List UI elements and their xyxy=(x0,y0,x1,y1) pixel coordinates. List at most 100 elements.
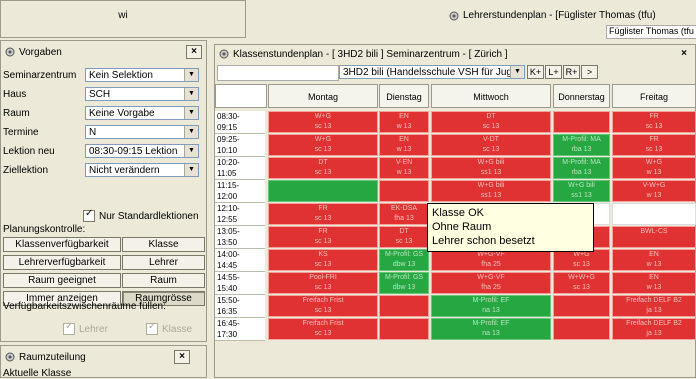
field-select[interactable]: N ▼ xyxy=(85,125,199,139)
planung-toggle-button[interactable]: Raum xyxy=(122,273,205,288)
time-slot: 13:05- 13:50 xyxy=(215,226,265,249)
lesson-cell[interactable]: FR sc 13 xyxy=(268,203,378,225)
lesson-cell[interactable]: M-Profil: EF na 13 xyxy=(431,318,551,340)
lesson-cell[interactable]: M-Profil: EF na 13 xyxy=(431,295,551,317)
lesson-cell[interactable]: W+G bili ss1 13 xyxy=(553,180,610,202)
lesson-cell[interactable]: W+W+G sc 13 xyxy=(553,272,610,294)
planung-button[interactable]: Lehrerverfügbarkeit xyxy=(3,255,121,270)
lesson-cell[interactable] xyxy=(553,295,610,317)
top-left-value: wi xyxy=(118,10,128,21)
lesson-cell[interactable]: Freifach DELF B2 ja 13 xyxy=(612,295,696,317)
close-icon[interactable]: × xyxy=(677,48,691,60)
chevron-down-icon: ▼ xyxy=(184,107,198,119)
nav-button[interactable]: > xyxy=(581,65,598,79)
lesson-cell[interactable]: EN w 13 xyxy=(612,249,696,271)
lesson-cell[interactable]: W+G-VFfha 25 xyxy=(431,272,551,294)
time-slot: 08:30- 09:15 xyxy=(215,111,265,134)
planung-button[interactable]: Klassenverfügbarkeit xyxy=(3,237,121,252)
vorgaben-titlebar[interactable]: Vorgaben × xyxy=(1,44,206,60)
lesson-cell[interactable]: EK-DSA fha 13 xyxy=(379,203,429,225)
day-header: Dienstag xyxy=(379,84,429,108)
nav-button[interactable]: R+ xyxy=(563,65,580,79)
vorgaben-field-row: Termine N ▼ xyxy=(1,124,199,140)
lesson-cell[interactable]: W+G sc 13 xyxy=(268,111,378,133)
lesson-cell[interactable]: W+G sc 13 xyxy=(268,134,378,156)
close-icon[interactable]: × xyxy=(186,45,202,59)
planung-button[interactable]: Raum geeignet xyxy=(3,273,121,288)
lesson-cell[interactable] xyxy=(553,111,610,133)
verfuegbarkeit-label: Verfügbarkeitszwischenräume füllen: xyxy=(3,301,166,312)
lesson-cell[interactable] xyxy=(612,203,696,225)
lesson-cell[interactable]: W+G w 13 xyxy=(612,157,696,179)
lehrer-window: Lehrerstundenplan - [Füglister Thomas (t… xyxy=(443,8,696,39)
lesson-cell[interactable]: EN w 13 xyxy=(379,134,429,156)
lesson-cell[interactable]: EN w 13 xyxy=(612,272,696,294)
lesson-cell[interactable]: M-Profil: GS dbw 13 xyxy=(379,272,429,294)
raumzuteilung-titlebar[interactable]: Raumzuteilung × xyxy=(1,349,206,365)
chevron-down-icon: ▼ xyxy=(184,88,198,100)
raumzuteilung-panel: Raumzuteilung × Aktuelle Klasse xyxy=(0,345,207,379)
lesson-cell[interactable]: BWL-CS xyxy=(612,226,696,248)
planung-toggle-button[interactable]: Lehrer xyxy=(122,255,205,270)
lesson-cell[interactable]: DT sc 13 xyxy=(431,111,551,133)
klasse-select[interactable]: 3HD2 bili (Handelsschule VSH für Jug ▼ xyxy=(339,65,525,79)
lesson-cell[interactable]: V-W+G w 13 xyxy=(612,180,696,202)
vorgaben-field-row: Seminarzentrum Kein Selektion ▼ xyxy=(1,67,199,83)
chevron-down-icon: ▼ xyxy=(184,164,198,176)
lesson-cell[interactable]: Freifach Frist sc 13 xyxy=(268,318,378,340)
gear-icon xyxy=(5,352,15,362)
field-select[interactable]: Kein Selektion ▼ xyxy=(85,68,199,82)
planung-toggle-button[interactable]: Klasse xyxy=(122,237,205,252)
field-select[interactable]: Keine Vorgabe ▼ xyxy=(85,106,199,120)
lehrer-title[interactable]: Lehrerstundenplan - [Füglister Thomas (t… xyxy=(449,10,656,21)
lesson-cell[interactable]: Freifach DELF B2 ja 13 xyxy=(612,318,696,340)
nav-button[interactable]: L+ xyxy=(545,65,562,79)
klassen-titlebar[interactable]: Klassenstundenplan - [ 3HD2 bili ] Semin… xyxy=(215,46,695,62)
field-select[interactable]: SCH ▼ xyxy=(85,87,199,101)
chevron-down-icon: ▼ xyxy=(184,145,198,157)
lesson-cell[interactable] xyxy=(268,180,378,202)
lesson-cell[interactable]: V-EN w 13 xyxy=(379,157,429,179)
lesson-cell[interactable]: FR sc 13 xyxy=(268,226,378,248)
lesson-cell[interactable]: FR sc 13 xyxy=(612,134,696,156)
checkbox-icon xyxy=(63,321,75,335)
lesson-cell[interactable] xyxy=(553,318,610,340)
lesson-cell[interactable]: W+G bili ss1 13 xyxy=(431,180,551,202)
gear-icon xyxy=(449,11,459,20)
nav-button[interactable]: K+ xyxy=(527,65,544,79)
tooltip: Klasse OK Ohne Raum Lehrer schon besetzt xyxy=(427,203,594,252)
lesson-cell[interactable]: V-DT sc 13 xyxy=(431,134,551,156)
day-header: Freitag xyxy=(612,84,696,108)
day-header: Mittwoch xyxy=(431,84,551,108)
lesson-cell[interactable]: W+G sc 13 xyxy=(553,249,610,271)
field-select[interactable]: Nicht verändern ▼ xyxy=(85,163,199,177)
lesson-cell[interactable]: M-Profil: MA rba 13 xyxy=(553,157,610,179)
lesson-cell[interactable]: W+G-VFfha 25 xyxy=(431,249,551,271)
lesson-cell[interactable]: DT sc 13 xyxy=(379,226,429,248)
lesson-cell[interactable] xyxy=(379,295,429,317)
time-slot: 11:15- 12:00 xyxy=(215,180,265,203)
vorgaben-field-row: Haus SCH ▼ xyxy=(1,86,199,102)
field-select[interactable]: 08:30-09:15 Lektion ▼ xyxy=(85,144,199,158)
lehrer-field[interactable]: Füglister Thomas (tfu xyxy=(606,25,696,39)
lesson-cell[interactable]: KS sc 13 xyxy=(268,249,378,271)
lesson-cell[interactable]: M-Profil: GS dbw 13 xyxy=(379,249,429,271)
lesson-cell[interactable] xyxy=(379,318,429,340)
lesson-cell[interactable]: W+G bili ss1 13 xyxy=(431,157,551,179)
vorgaben-field-row: Raum Keine Vorgabe ▼ xyxy=(1,105,199,121)
lesson-cell[interactable]: Pool-FRI sc 13 xyxy=(268,272,378,294)
check-lehrer[interactable]: Lehrer xyxy=(63,321,108,335)
lesson-cell[interactable]: Freifach Frist sc 13 xyxy=(268,295,378,317)
aktuelle-klasse-label: Aktuelle Klasse xyxy=(3,368,72,379)
lesson-cell[interactable]: DT sc 13 xyxy=(268,157,378,179)
check-klasse[interactable]: Klasse xyxy=(146,321,192,335)
lesson-cell[interactable] xyxy=(379,180,429,202)
lesson-cell[interactable]: FR sc 13 xyxy=(612,111,696,133)
lesson-cell[interactable]: EN w 13 xyxy=(379,111,429,133)
checkbox-icon xyxy=(146,321,158,335)
field-label: Haus xyxy=(3,88,27,100)
klassen-left-field[interactable] xyxy=(217,65,339,81)
close-icon[interactable]: × xyxy=(174,350,190,364)
only-standard-checkbox[interactable]: Nur Standardlektionen xyxy=(83,208,199,222)
lesson-cell[interactable]: M-Profil: MA rba 13 xyxy=(553,134,610,156)
